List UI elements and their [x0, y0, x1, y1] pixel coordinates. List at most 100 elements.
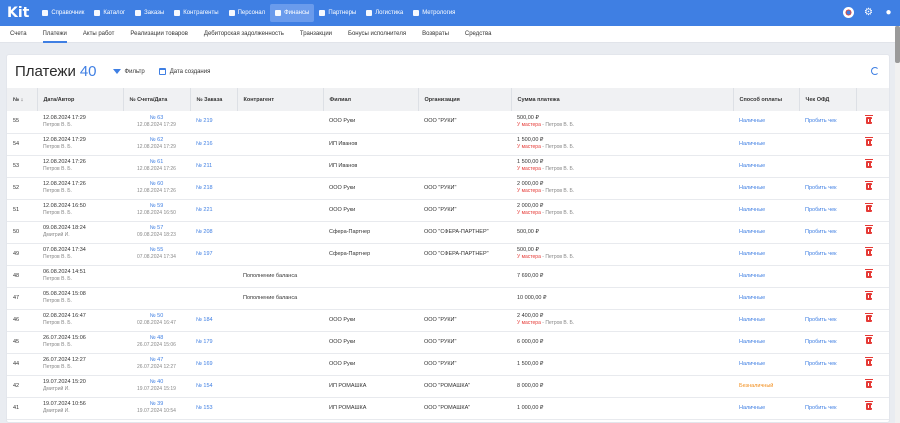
order-link[interactable]: № 218	[196, 185, 213, 191]
invoice-link[interactable]: № 50	[123, 313, 190, 320]
order-link[interactable]: № 221	[196, 207, 213, 213]
payment-method[interactable]: Наличные	[739, 295, 765, 301]
order-link[interactable]: № 179	[196, 339, 213, 345]
delete-icon[interactable]	[865, 203, 873, 212]
refresh-icon[interactable]	[871, 67, 879, 75]
payment-method[interactable]: Наличные	[739, 339, 765, 345]
delete-icon[interactable]	[865, 357, 873, 366]
tab-6[interactable]: Бонусы исполнителя	[348, 26, 406, 43]
invoice-link[interactable]: № 55	[123, 247, 190, 254]
delete-icon[interactable]	[865, 114, 873, 124]
nav-item-8[interactable]: Метрология	[408, 4, 460, 22]
print-receipt-link[interactable]: Пробить чек	[805, 185, 837, 191]
invoice-link[interactable]: № 48	[123, 335, 190, 342]
nav-item-2[interactable]: Заказы	[130, 4, 169, 22]
print-receipt-link[interactable]: Пробить чек	[805, 118, 837, 124]
payment-method[interactable]: Наличные	[739, 185, 765, 191]
payment-method[interactable]: Наличные	[739, 163, 765, 169]
delete-icon[interactable]	[865, 269, 873, 278]
order-link[interactable]: № 184	[196, 317, 213, 323]
delete-icon[interactable]	[865, 159, 873, 168]
gear-icon[interactable]: ⚙	[863, 7, 874, 18]
tab-4[interactable]: Дебиторская задолженность	[204, 26, 284, 43]
ofd-cell	[799, 375, 856, 397]
tab-3[interactable]: Реализации товаров	[130, 26, 188, 43]
delete-icon[interactable]	[865, 313, 873, 322]
order-link[interactable]: № 169	[196, 361, 213, 367]
tab-0[interactable]: Счета	[10, 26, 27, 43]
filter-button[interactable]: Фильтр	[112, 69, 145, 75]
payment-method[interactable]: Наличные	[739, 405, 765, 411]
page-scrollbar-thumb[interactable]	[895, 26, 900, 63]
delete-icon[interactable]	[865, 335, 873, 344]
payment-method-cell: Наличные	[733, 111, 799, 133]
column-header[interactable]: № ↓	[7, 88, 38, 111]
contractor-cell	[237, 133, 323, 155]
print-receipt-link[interactable]: Пробить чек	[805, 207, 837, 213]
print-receipt-link[interactable]: Пробить чек	[805, 317, 837, 323]
print-receipt-link[interactable]: Пробить чек	[805, 229, 837, 235]
payment-method[interactable]: Наличные	[739, 118, 765, 124]
invoice-link[interactable]: № 61	[123, 159, 190, 166]
invoice-link[interactable]: № 39	[123, 401, 190, 408]
invoice-link[interactable]: № 47	[123, 357, 190, 364]
invoice-link[interactable]: № 60	[123, 181, 190, 188]
payment-method[interactable]: Наличные	[739, 273, 765, 279]
payment-method[interactable]: Наличные	[739, 207, 765, 213]
nav-item-1[interactable]: Каталог	[89, 4, 130, 22]
payment-method[interactable]: Наличные	[739, 141, 765, 147]
invoice-link[interactable]: № 59	[123, 203, 190, 210]
help-icon[interactable]	[843, 7, 854, 18]
tab-7[interactable]: Возвраты	[422, 26, 449, 43]
payment-method[interactable]: Наличные	[739, 251, 765, 257]
actions-cell	[856, 375, 889, 397]
delete-icon[interactable]	[865, 225, 873, 234]
delete-icon[interactable]	[865, 181, 873, 190]
order-link[interactable]: № 197	[196, 251, 213, 257]
date-author-cell: 12.08.2024 17:26 Петров В. Б.	[37, 177, 123, 199]
page-scrollbar[interactable]	[895, 26, 900, 423]
tab-1[interactable]: Платежи	[42, 26, 68, 43]
payment-method-cell: Наличные	[733, 221, 799, 243]
print-receipt-link[interactable]: Пробить чек	[805, 339, 837, 345]
user-icon[interactable]: ●	[883, 7, 894, 18]
table-row: 53 12.08.2024 17:26 Петров В. Б. № 61 12.08.…	[7, 155, 889, 177]
print-receipt-link[interactable]: Пробить чек	[805, 251, 837, 257]
organization-cell	[418, 265, 511, 287]
tab-2[interactable]: Акты работ	[83, 26, 115, 43]
order-link[interactable]: № 153	[196, 405, 213, 411]
print-receipt-link[interactable]: Пробить чек	[805, 361, 837, 367]
nav-item-5[interactable]: Финансы	[270, 4, 315, 22]
order-link[interactable]: № 154	[196, 383, 213, 389]
nav-item-0[interactable]: Справочник	[37, 4, 89, 22]
invoice-link[interactable]: № 63	[123, 115, 190, 122]
payment-method[interactable]: Наличные	[739, 317, 765, 323]
date-author-cell: 12.08.2024 17:29 Петров В. Б.	[37, 133, 123, 155]
date-filter-button[interactable]: Дата создания	[158, 68, 210, 75]
nav-item-3[interactable]: Контрагенты	[169, 4, 223, 22]
order-link[interactable]: № 216	[196, 141, 213, 147]
app-logo[interactable]: Kit	[7, 5, 29, 21]
delete-icon[interactable]	[865, 137, 873, 146]
tab-5[interactable]: Транзакции	[300, 26, 332, 43]
payment-method[interactable]: Наличные	[739, 229, 765, 235]
invoice-link[interactable]: № 40	[123, 379, 190, 386]
print-receipt-link[interactable]: Пробить чек	[805, 405, 837, 411]
order-link[interactable]: № 219	[196, 118, 213, 124]
order-link[interactable]: № 211	[196, 163, 212, 169]
filter-icon	[112, 69, 121, 74]
order-link[interactable]: № 208	[196, 229, 213, 235]
payment-method[interactable]: Безналичный	[739, 383, 773, 389]
payment-method[interactable]: Наличные	[739, 361, 765, 367]
delete-icon[interactable]	[865, 291, 873, 300]
payment-sum: 1 500,00 ₽	[517, 137, 544, 143]
delete-icon[interactable]	[865, 379, 873, 388]
delete-icon[interactable]	[865, 247, 873, 256]
delete-icon[interactable]	[865, 401, 873, 410]
nav-item-6[interactable]: Партнеры	[314, 4, 361, 22]
tab-8[interactable]: Средства	[465, 26, 492, 43]
nav-item-7[interactable]: Логистика	[361, 4, 408, 22]
nav-item-4[interactable]: Персонал	[224, 4, 271, 22]
invoice-link[interactable]: № 57	[123, 225, 190, 232]
invoice-link[interactable]: № 62	[123, 137, 190, 144]
